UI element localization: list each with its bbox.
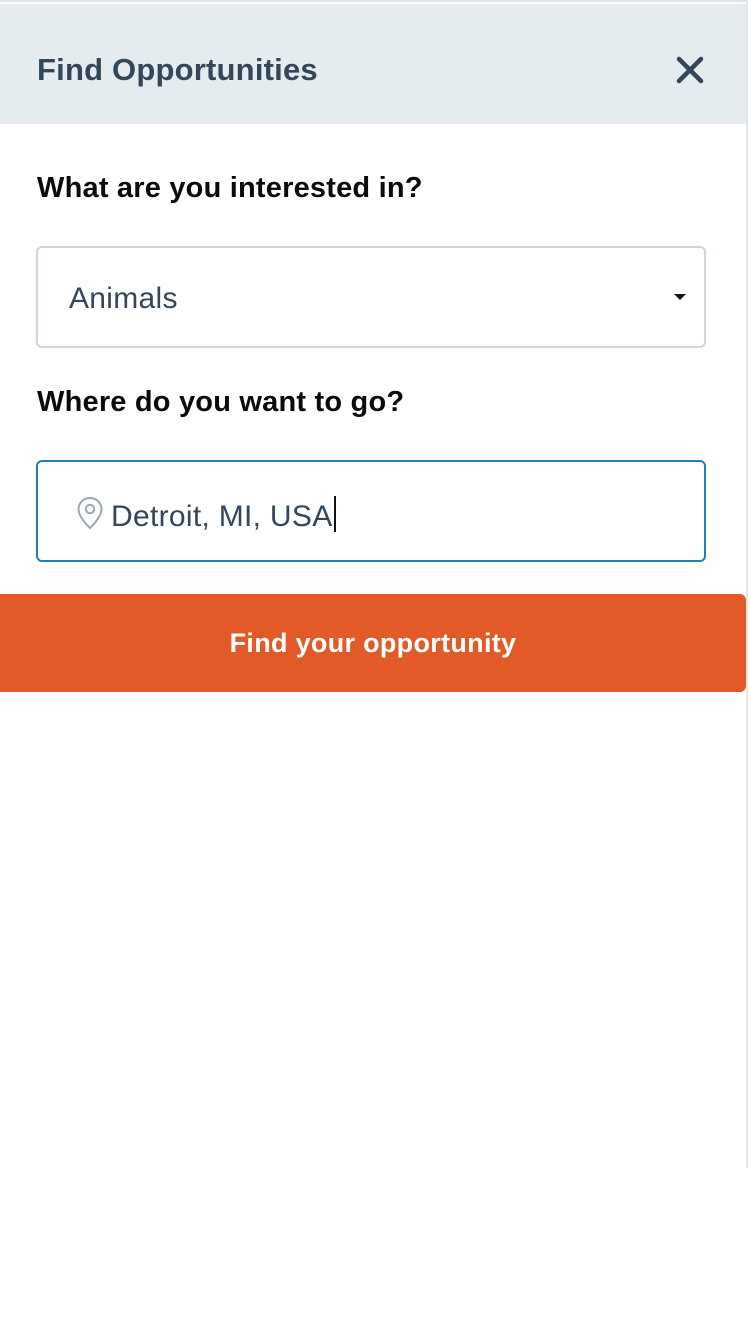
panel-title: Find Opportunities: [37, 52, 318, 87]
caret-down-icon: [674, 294, 686, 300]
location-input-value: Detroit, MI, USA: [111, 496, 336, 534]
close-icon: [676, 56, 704, 84]
location-input-text: Detroit, MI, USA: [111, 500, 333, 533]
interest-label: What are you interested in?: [37, 172, 423, 204]
location-label: Where do you want to go?: [37, 386, 405, 418]
map-pin-icon: [77, 496, 103, 530]
interest-select[interactable]: Animals: [36, 246, 706, 348]
find-opportunities-panel: Find Opportunities What are you interest…: [0, 0, 748, 1168]
location-input[interactable]: Detroit, MI, USA: [36, 460, 706, 562]
close-button[interactable]: [668, 48, 712, 92]
text-cursor: [333, 496, 336, 532]
interest-select-value: Animals: [69, 282, 178, 315]
find-opportunity-button[interactable]: Find your opportunity: [0, 594, 746, 692]
panel-header: Find Opportunities: [0, 4, 746, 124]
find-opportunity-button-label: Find your opportunity: [229, 628, 517, 658]
